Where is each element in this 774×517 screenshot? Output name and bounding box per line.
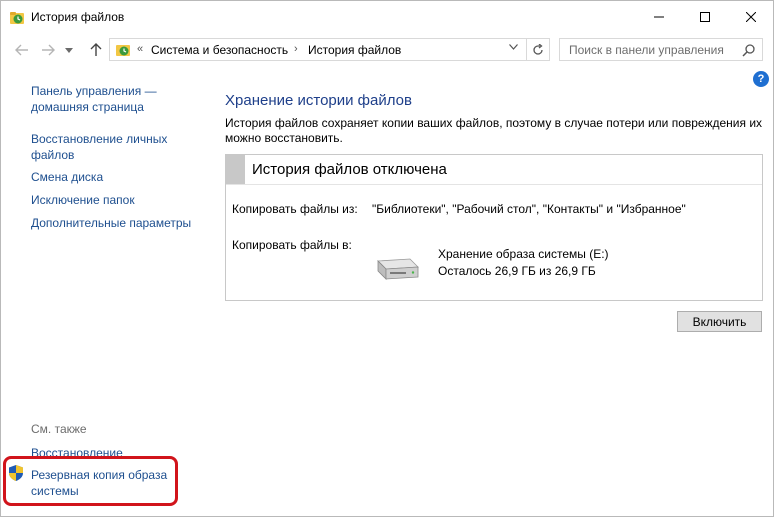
search-input[interactable]: Поиск в панели управления xyxy=(569,43,724,57)
address-bar[interactable]: « Система и безопасность › История файло… xyxy=(109,38,527,61)
breadcrumb-file-history[interactable]: История файлов xyxy=(308,43,401,57)
sidebar-item-control-panel-home[interactable]: Панель управления — домашняя страница xyxy=(31,83,201,115)
navigation-bar: « Система и безопасность › История файло… xyxy=(1,33,773,67)
minimize-button[interactable] xyxy=(636,1,682,33)
file-history-window: История файлов « Система и безопасность … xyxy=(0,0,774,517)
sidebar: Панель управления — домашняя страница Во… xyxy=(1,67,211,517)
backup-drive-name: Хранение образа системы (E:) xyxy=(438,247,609,261)
breadcrumb-system-security[interactable]: Система и безопасность xyxy=(151,43,288,57)
copy-from-value: "Библиотеки", "Рабочий стол", "Контакты"… xyxy=(372,202,686,216)
see-also-label: См. также xyxy=(31,422,87,436)
close-button[interactable] xyxy=(728,1,774,33)
recent-locations-button[interactable] xyxy=(63,41,75,59)
search-icon[interactable] xyxy=(742,43,756,57)
control-panel-icon xyxy=(116,45,130,56)
arrow-left-icon xyxy=(15,44,28,56)
status-panel: История файлов отключена Копировать файл… xyxy=(225,154,763,301)
copy-from-label: Копировать файлы из: xyxy=(232,202,358,216)
breadcrumb-separator[interactable]: › xyxy=(294,43,298,55)
back-button[interactable] xyxy=(13,41,31,59)
copy-to-label: Копировать файлы в: xyxy=(232,238,352,252)
title-bar[interactable]: История файлов xyxy=(1,1,773,33)
help-icon[interactable]: ? xyxy=(753,71,769,87)
page-description: История файлов сохраняет копии ваших фай… xyxy=(225,116,763,145)
status-header: История файлов отключена xyxy=(226,155,762,185)
refresh-icon xyxy=(533,43,543,55)
page-title: Хранение истории файлов xyxy=(225,92,412,109)
maximize-button[interactable] xyxy=(682,1,728,33)
forward-button[interactable] xyxy=(39,41,57,59)
status-title: История файлов отключена xyxy=(252,161,447,178)
refresh-button[interactable] xyxy=(527,38,550,61)
status-marker xyxy=(226,155,245,184)
sidebar-item-restore-personal-files[interactable]: Восстановление личных файлов xyxy=(31,131,191,163)
close-icon xyxy=(746,12,756,22)
maximize-icon xyxy=(700,12,710,22)
arrow-up-icon xyxy=(90,43,102,56)
sidebar-item-advanced-settings[interactable]: Дополнительные параметры xyxy=(31,215,191,231)
minimize-icon xyxy=(654,16,664,18)
file-history-app-icon xyxy=(10,12,24,24)
sidebar-item-change-drive[interactable]: Смена диска xyxy=(31,169,103,185)
search-box[interactable]: Поиск в панели управления xyxy=(559,38,763,61)
hard-drive-icon xyxy=(377,258,419,280)
arrow-right-icon xyxy=(42,44,55,56)
up-button[interactable] xyxy=(87,41,105,59)
annotation-highlight-box xyxy=(3,456,178,506)
chevron-down-icon xyxy=(509,44,518,50)
backup-drive-space: Осталось 26,9 ГБ из 26,9 ГБ xyxy=(438,264,596,278)
sidebar-item-exclude-folders[interactable]: Исключение папок xyxy=(31,192,135,208)
chevron-down-icon xyxy=(65,47,73,53)
address-overflow-icon[interactable]: « xyxy=(137,43,143,55)
enable-button[interactable]: Включить xyxy=(677,311,762,332)
window-title: История файлов xyxy=(31,10,125,24)
address-dropdown-button[interactable] xyxy=(509,42,518,52)
